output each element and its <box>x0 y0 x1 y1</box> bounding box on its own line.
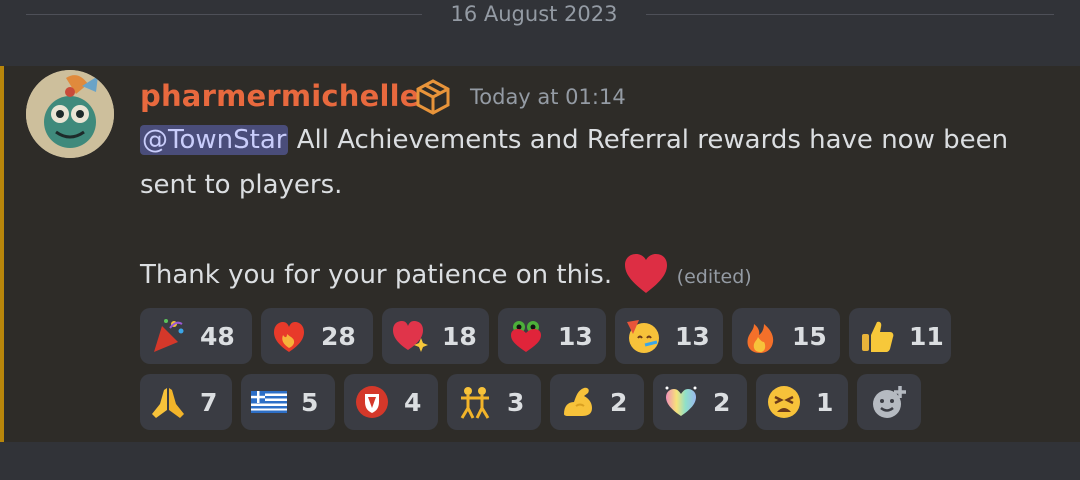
avatar[interactable] <box>26 70 114 158</box>
reaction-button[interactable]: 11 <box>849 308 951 364</box>
greece-flag-icon <box>251 384 287 420</box>
partying-face-icon <box>625 318 661 354</box>
reaction-button[interactable]: 2 <box>653 374 747 430</box>
frog-heart-icon <box>508 318 544 354</box>
reaction-count: 2 <box>713 387 731 417</box>
username[interactable]: pharmermichelle <box>140 76 420 116</box>
reaction-button[interactable]: 3 <box>447 374 541 430</box>
party-popper-icon <box>150 318 186 354</box>
reaction-button[interactable]: 5 <box>241 374 335 430</box>
message-content: @TownStar All Achievements and Referral … <box>140 118 1040 300</box>
chat-message: pharmermichelle Today at 01:14 @TownStar… <box>0 66 1080 442</box>
reaction-count: 7 <box>200 387 218 417</box>
mention-highlight-bar <box>0 66 4 442</box>
flexed-biceps-icon <box>560 384 596 420</box>
date-divider: 16 August 2023 <box>0 0 1080 30</box>
message-timestamp[interactable]: Today at 01:14 <box>470 82 626 112</box>
reaction-count: 11 <box>909 321 944 351</box>
reaction-button[interactable]: 48 <box>140 308 252 364</box>
fire-heart-icon <box>271 318 307 354</box>
reaction-count: 3 <box>507 387 525 417</box>
reaction-row-2: 7 5 4 3 2 2 1 <box>140 374 1000 430</box>
rainbow-heart-icon <box>663 384 699 420</box>
reaction-button[interactable]: 13 <box>615 308 723 364</box>
reaction-count: 4 <box>404 387 422 417</box>
reaction-count: 18 <box>442 321 477 351</box>
dancing-people-icon <box>457 384 493 420</box>
reaction-button[interactable]: 1 <box>756 374 848 430</box>
reaction-count: 1 <box>816 387 834 417</box>
reaction-button[interactable]: 2 <box>550 374 644 430</box>
sparkling-heart-icon <box>392 318 428 354</box>
reaction-count: 13 <box>675 321 710 351</box>
divider-line-left <box>26 14 422 15</box>
reaction-button[interactable]: 18 <box>382 308 489 364</box>
reaction-count: 5 <box>301 387 319 417</box>
reaction-count: 28 <box>321 321 356 351</box>
folded-hands-icon <box>150 384 186 420</box>
reactions-area: 48 28 18 13 13 15 11 7 5 4 3 2 2 1 <box>140 308 1000 440</box>
message-text-line2: Thank you for your patience on this. <box>140 260 613 290</box>
reaction-button[interactable]: 7 <box>140 374 232 430</box>
reaction-count: 48 <box>200 321 235 351</box>
red-heart-icon <box>624 253 668 295</box>
reaction-button[interactable]: 13 <box>498 308 606 364</box>
reaction-count: 2 <box>610 387 628 417</box>
red-shield-icon <box>354 384 390 420</box>
thumbs-up-icon <box>859 318 895 354</box>
tired-face-icon <box>766 384 802 420</box>
reaction-count: 13 <box>558 321 593 351</box>
divider-date: 16 August 2023 <box>450 2 618 26</box>
edited-label: (edited) <box>676 266 752 288</box>
reaction-button[interactable]: 28 <box>261 308 373 364</box>
reaction-count: 15 <box>792 321 827 351</box>
divider-line-right <box>646 14 1054 15</box>
reaction-button[interactable]: 15 <box>732 308 840 364</box>
reaction-button[interactable]: 4 <box>344 374 438 430</box>
guild-tag-icon[interactable] <box>414 78 452 116</box>
user-mention[interactable]: @TownStar <box>140 125 289 155</box>
fire-icon <box>742 318 778 354</box>
add-reaction-button[interactable] <box>857 374 921 430</box>
reaction-row-1: 48 28 18 13 13 15 11 <box>140 308 1000 364</box>
add-reaction-icon <box>871 384 907 420</box>
